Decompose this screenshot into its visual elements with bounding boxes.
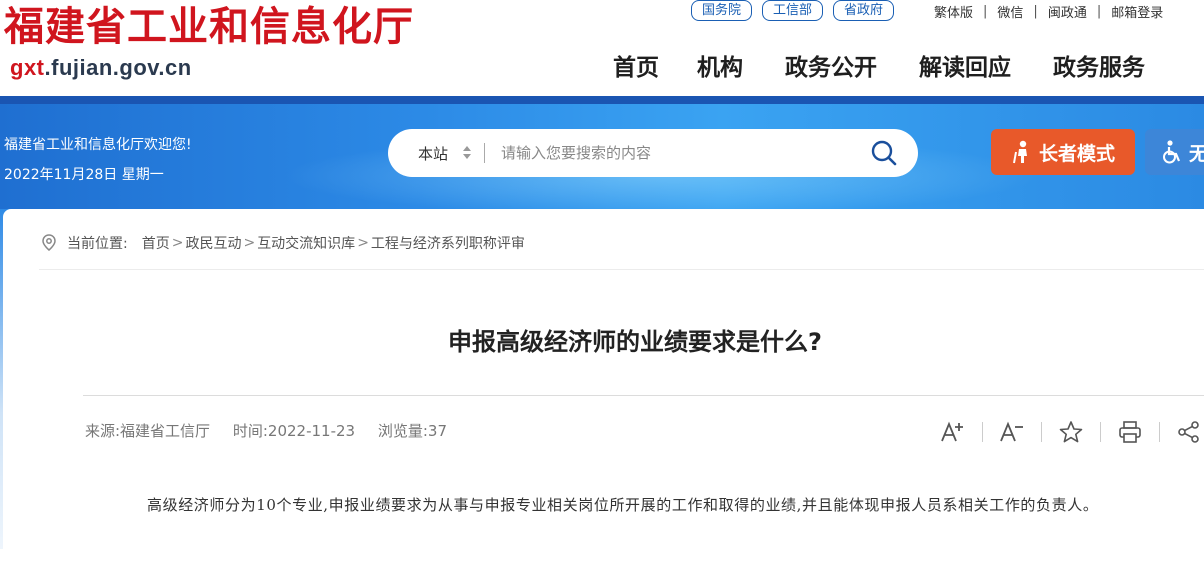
nav-home[interactable]: 首页 bbox=[613, 48, 659, 82]
elder-mode-button[interactable]: 长者模式 bbox=[991, 129, 1135, 175]
wechat-link[interactable]: 微信 bbox=[997, 2, 1023, 21]
accessibility-button[interactable]: 无 bbox=[1145, 129, 1204, 175]
domain-prefix: gxt bbox=[10, 55, 45, 80]
select-arrows-icon[interactable] bbox=[462, 145, 472, 161]
wheelchair-icon bbox=[1163, 140, 1181, 164]
nav-interpretation[interactable]: 解读回应 bbox=[919, 48, 1011, 82]
separator: | bbox=[1096, 4, 1102, 19]
tool-separator bbox=[1041, 422, 1042, 442]
star-icon[interactable] bbox=[1058, 419, 1084, 445]
search-scope-select[interactable]: 本站 bbox=[418, 143, 448, 164]
nav-organization[interactable]: 机构 bbox=[697, 48, 743, 82]
title-divider bbox=[83, 395, 1204, 396]
domain-rest: .fujian.gov.cn bbox=[44, 55, 192, 80]
breadcrumb-title-review[interactable]: 工程与经济系列职称评审 bbox=[371, 233, 525, 253]
banner: 福建省工业和信息化厅欢迎您! 2022年11月28日 星期一 本站 长者模式 无 bbox=[0, 96, 1204, 209]
breadcrumb-separator: > bbox=[357, 235, 369, 251]
search-divider bbox=[484, 143, 486, 163]
accessibility-label: 无 bbox=[1189, 142, 1204, 165]
separator: | bbox=[983, 4, 988, 19]
search-input[interactable] bbox=[501, 144, 842, 162]
current-date: 2022年11月28日 星期一 bbox=[4, 167, 164, 183]
breadcrumb-interaction[interactable]: 政民互动 bbox=[185, 233, 241, 253]
article-meta: 来源:福建省工信厅 时间:2022-11-23 浏览量:37 bbox=[85, 420, 465, 441]
main-nav: 首页 机构 政务公开 解读回应 政务服务 bbox=[613, 48, 1145, 82]
article-tools bbox=[940, 419, 1202, 445]
article-source: 来源:福建省工信厅 bbox=[85, 422, 211, 440]
breadcrumb-divider bbox=[39, 269, 1204, 270]
breadcrumb-label: 当前位置: bbox=[67, 236, 128, 252]
search-icon[interactable] bbox=[870, 139, 898, 167]
traditional-chinese-link[interactable]: 繁体版 bbox=[934, 2, 973, 21]
font-increase-icon[interactable] bbox=[940, 419, 966, 445]
separator: | bbox=[1033, 4, 1038, 19]
location-icon bbox=[42, 234, 56, 251]
article-time: 时间:2022-11-23 bbox=[232, 422, 356, 440]
elder-mode-label: 长者模式 bbox=[1038, 142, 1115, 165]
mail-login-link[interactable]: 邮箱登录 bbox=[1111, 2, 1163, 21]
breadcrumb-knowledge-base[interactable]: 互动交流知识库 bbox=[257, 233, 355, 253]
link-province-gov[interactable]: 省政府 bbox=[833, 0, 895, 21]
tool-separator bbox=[1159, 422, 1160, 442]
article-views: 浏览量:37 bbox=[377, 422, 448, 440]
minzhengtong-link[interactable]: 闽政通 bbox=[1048, 2, 1087, 21]
utility-links: 繁体版 | 微信 | 闽政通 | 邮箱登录 bbox=[934, 2, 1163, 21]
nav-government-affairs[interactable]: 政务公开 bbox=[785, 48, 877, 82]
print-icon[interactable] bbox=[1117, 419, 1143, 445]
article-card: 当前位置: 首页 > 政民互动 > 互动交流知识库 > 工程与经济系列职称评审 … bbox=[3, 209, 1204, 569]
share-icon[interactable] bbox=[1176, 419, 1202, 445]
link-miit[interactable]: 工信部 bbox=[762, 0, 824, 21]
site-domain: gxt.fujian.gov.cn bbox=[10, 55, 192, 81]
link-state-council[interactable]: 国务院 bbox=[691, 0, 753, 21]
article-body: 高级经济师分为10个专业,申报业绩要求为从事与申报专业相关岗位所开展的工作和取得… bbox=[147, 496, 1099, 514]
site-title[interactable]: 福建省工业和信息化厅 bbox=[4, 2, 414, 52]
breadcrumb-separator: > bbox=[243, 235, 256, 251]
welcome-text: 福建省工业和信息化厅欢迎您! bbox=[4, 137, 192, 153]
search-box: 本站 bbox=[388, 129, 918, 177]
nav-government-services[interactable]: 政务服务 bbox=[1053, 48, 1145, 82]
tool-separator bbox=[982, 422, 983, 442]
breadcrumb: 当前位置: 首页 > 政民互动 > 互动交流知识库 > 工程与经济系列职称评审 bbox=[41, 233, 525, 253]
site-header: 福建省工业和信息化厅 gxt.fujian.gov.cn 国务院 工信部 省政府… bbox=[0, 0, 1204, 96]
article-title: 申报高级经济师的业绩要求是什么? bbox=[448, 328, 822, 356]
elder-person-icon bbox=[1013, 140, 1027, 164]
tool-separator bbox=[1100, 422, 1101, 442]
top-links: 国务院 工信部 省政府 bbox=[691, 0, 895, 21]
breadcrumb-separator: > bbox=[171, 235, 184, 251]
font-decrease-icon[interactable] bbox=[999, 419, 1025, 445]
breadcrumb-home[interactable]: 首页 bbox=[142, 233, 170, 253]
